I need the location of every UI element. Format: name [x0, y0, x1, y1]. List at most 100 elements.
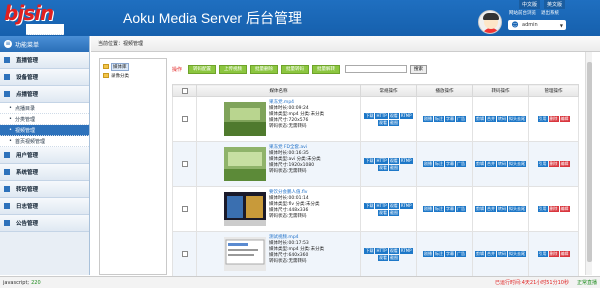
transcode-op-button[interactable]: 转码 [497, 161, 507, 167]
manage-op-button[interactable]: 编辑 [559, 251, 570, 257]
transcode-op-button[interactable]: 合并 [486, 116, 496, 122]
regular-op-button[interactable]: 观看 [378, 119, 388, 126]
transcode-op-button[interactable]: 剪辑 [475, 206, 485, 212]
regular-op-button[interactable]: RTMP [399, 157, 413, 164]
video-thumbnail[interactable] [224, 192, 266, 226]
regular-op-button[interactable]: 观看 [378, 254, 388, 261]
sidebar-subitem-2[interactable]: • 视频管理 [0, 125, 89, 136]
search-input[interactable] [345, 65, 408, 73]
play-op-button[interactable]: 标注 [434, 161, 444, 167]
transcode-op-button[interactable]: 剪辑 [475, 251, 485, 257]
toolbar-button-1[interactable]: 上传视频 [219, 64, 248, 74]
play-op-button[interactable]: 广告 [456, 206, 466, 212]
transcode-op-button[interactable]: 转码 [497, 206, 507, 212]
transcode-op-button[interactable]: 拟头去尾 [508, 251, 526, 257]
manage-op-button[interactable]: 引用 [537, 116, 548, 122]
play-op-button[interactable]: 剧播 [423, 251, 433, 257]
tree-node[interactable]: 录像分类 [103, 71, 163, 80]
transcode-op-button[interactable]: 剪辑 [475, 116, 485, 122]
transcode-op-button[interactable]: 合并 [486, 161, 496, 167]
transcode-op-button[interactable]: 转码 [497, 116, 507, 122]
play-op-button[interactable]: 广告 [456, 116, 466, 122]
play-op-button[interactable]: 广告 [456, 251, 466, 257]
sidebar-item-groups_top0[interactable]: 直播管理 [0, 52, 89, 69]
sidebar-subitem-1[interactable]: • 分类管理 [0, 114, 89, 125]
sidebar-item-groups_bottom4[interactable]: 公告管理 [0, 215, 89, 232]
video-thumbnail[interactable] [224, 237, 266, 271]
manage-op-button[interactable]: 引用 [537, 251, 548, 257]
search-button[interactable]: 搜索 [410, 64, 428, 74]
column-header[interactable] [172, 84, 197, 97]
logo[interactable]: bjsin 北极星通 [4, 2, 64, 35]
select-all-checkbox[interactable] [181, 87, 188, 94]
toolbar-button-2[interactable]: 批量删除 [250, 64, 279, 74]
logout-link[interactable]: 退出系统 [541, 10, 559, 16]
manage-op-button[interactable]: 编辑 [559, 161, 570, 167]
manage-op-button[interactable]: 删除 [548, 251, 559, 257]
toolbar-button-0[interactable]: 转码配置 [188, 64, 217, 74]
sidebar-item-groups_bottom2[interactable]: 转码管理 [0, 181, 89, 198]
toolbar-button-4[interactable]: 批量解转 [312, 64, 341, 74]
toolbar-button-3[interactable]: 批量转码 [281, 64, 310, 74]
tree-node[interactable]: 媒体库 [103, 62, 163, 71]
manage-op-button[interactable]: 删除 [548, 116, 559, 122]
manage-op-button[interactable]: 引用 [537, 161, 548, 167]
video-thumbnail[interactable] [224, 147, 266, 181]
sidebar-subitem-3[interactable]: • 首页视频管理 [0, 136, 89, 147]
frontend-link[interactable]: 网站前台浏览 [509, 10, 536, 16]
sidebar-item-groups_top2[interactable]: 点播管理 [0, 86, 89, 103]
regular-op-button[interactable]: 下载 [364, 157, 375, 164]
row-checkbox[interactable] [181, 161, 188, 167]
regular-op-button[interactable]: 下载 [364, 247, 375, 254]
regular-op-button[interactable]: RTMP [399, 247, 413, 254]
regular-op-button[interactable]: 观看 [388, 112, 399, 119]
play-op-button[interactable]: 剧播 [423, 161, 433, 167]
row-checkbox[interactable] [181, 116, 188, 122]
regular-op-button[interactable]: 截图 [389, 254, 399, 261]
play-op-button[interactable]: 剧播 [423, 116, 433, 122]
scrollbar[interactable] [585, 52, 592, 275]
transcode-op-button[interactable]: 拟头去尾 [508, 116, 526, 122]
regular-op-button[interactable]: 观看 [388, 202, 399, 209]
regular-op-button[interactable]: 截图 [389, 119, 399, 126]
sidebar-item-groups_top1[interactable]: 设备管理 [0, 69, 89, 86]
regular-op-button[interactable]: 截图 [389, 209, 399, 216]
regular-op-button[interactable]: 观看 [388, 247, 399, 254]
lang-english[interactable]: 英文版 [544, 0, 566, 9]
row-checkbox[interactable] [181, 251, 188, 257]
transcode-op-button[interactable]: 拟头去尾 [508, 206, 526, 212]
transcode-op-button[interactable]: 合并 [486, 251, 496, 257]
sidebar-item-groups_bottom3[interactable]: 日志管理 [0, 198, 89, 215]
scrollbar-thumb[interactable] [587, 62, 592, 262]
manage-op-button[interactable]: 编辑 [559, 116, 570, 122]
regular-op-button[interactable]: HTTP [375, 157, 388, 164]
regular-op-button[interactable]: HTTP [375, 247, 388, 254]
manage-op-button[interactable]: 引用 [537, 206, 548, 212]
play-op-button[interactable]: 字幕 [445, 161, 455, 167]
transcode-op-button[interactable]: 拟头去尾 [508, 161, 526, 167]
sidebar-item-groups_bottom0[interactable]: 用户管理 [0, 147, 89, 164]
regular-op-button[interactable]: RTMP [399, 202, 413, 209]
play-op-button[interactable]: 广告 [456, 161, 466, 167]
transcode-op-button[interactable]: 合并 [486, 206, 496, 212]
regular-op-button[interactable]: 观看 [378, 164, 388, 171]
regular-op-button[interactable]: 截图 [389, 164, 399, 171]
user-dropdown[interactable]: ☻ admin ▼ [508, 20, 566, 30]
play-op-button[interactable]: 标注 [434, 116, 444, 122]
row-checkbox[interactable] [181, 206, 188, 212]
manage-op-button[interactable]: 编辑 [559, 206, 570, 212]
sidebar-subitem-0[interactable]: • 点播目录 [0, 103, 89, 114]
transcode-op-button[interactable]: 转码 [497, 251, 507, 257]
manage-op-button[interactable]: 删除 [548, 206, 559, 212]
regular-op-button[interactable]: HTTP [375, 202, 388, 209]
video-thumbnail[interactable] [224, 102, 266, 136]
play-op-button[interactable]: 剧播 [423, 206, 433, 212]
lang-chinese[interactable]: 中文版 [519, 0, 541, 9]
regular-op-button[interactable]: 观看 [388, 157, 399, 164]
avatar[interactable] [478, 10, 502, 34]
regular-op-button[interactable]: 下载 [364, 202, 375, 209]
play-op-button[interactable]: 字幕 [445, 116, 455, 122]
sidebar-item-groups_bottom1[interactable]: 系统管理 [0, 164, 89, 181]
manage-op-button[interactable]: 删除 [548, 161, 559, 167]
regular-op-button[interactable]: 下载 [364, 112, 375, 119]
